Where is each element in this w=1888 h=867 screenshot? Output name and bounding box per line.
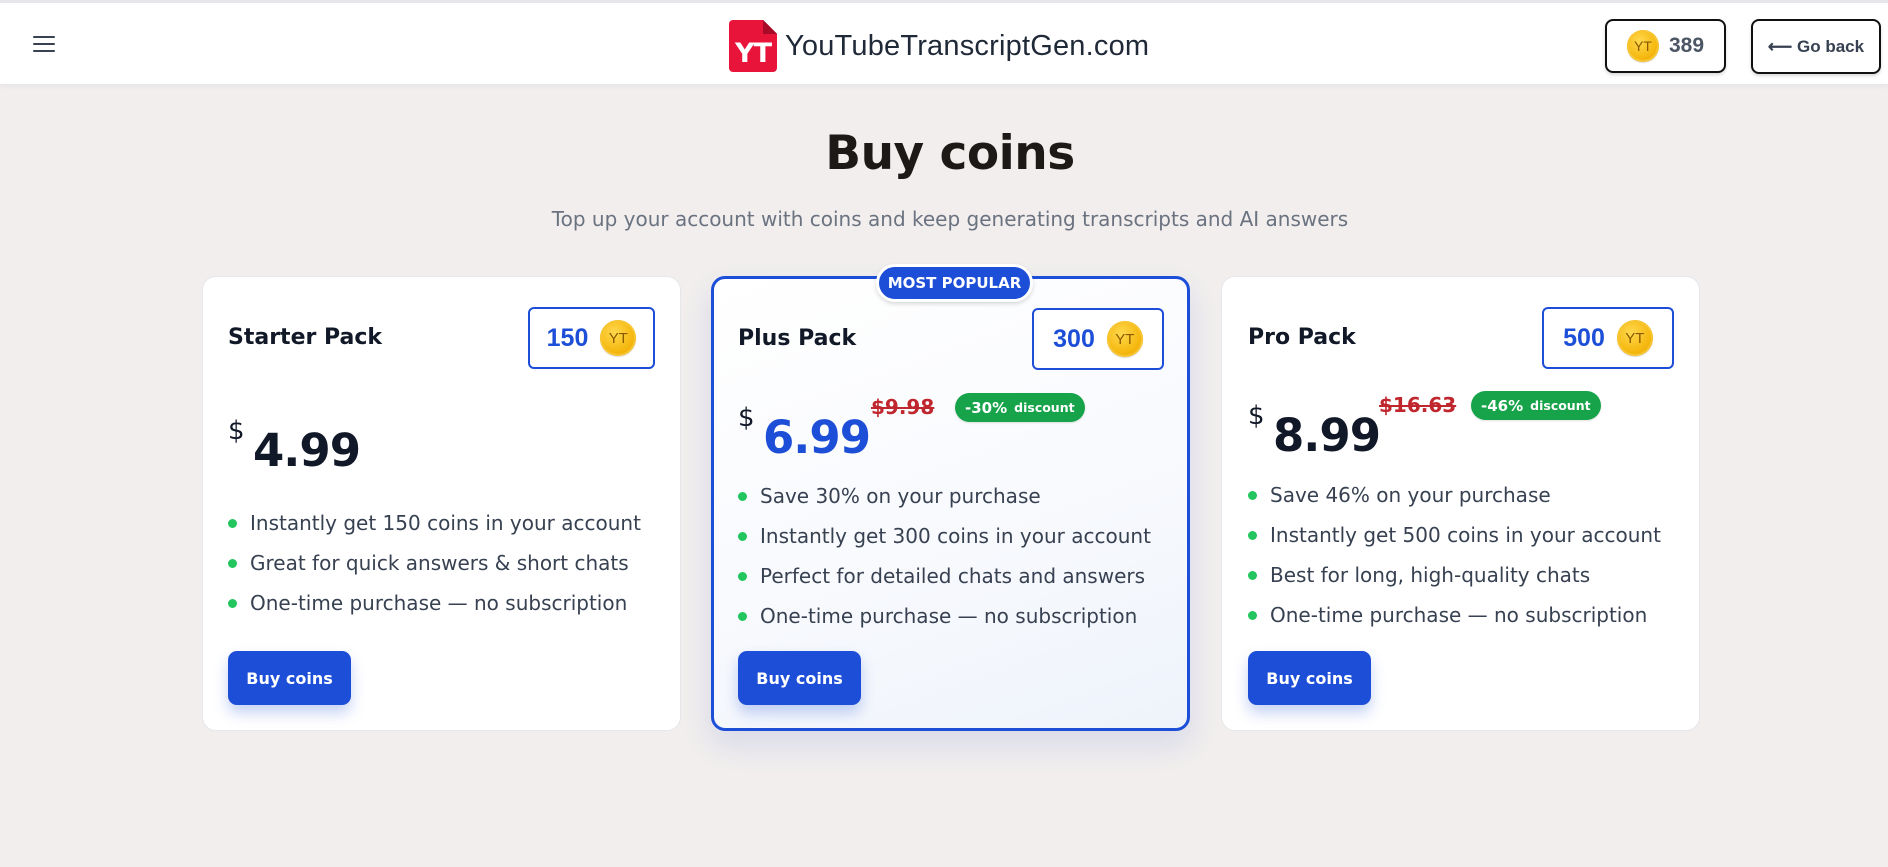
feature-list: Save 30% on your purchase Instantly get … (738, 476, 1151, 636)
feature-text: One-time purchase — no subscription (250, 591, 628, 615)
discount-percent: -46% (1481, 396, 1524, 415)
brand-name: YouTubeTranscriptGen.com (785, 29, 1150, 62)
menu-bar (33, 50, 55, 52)
check-dot-icon (1248, 610, 1257, 620)
feature-list: Instantly get 150 coins in your account … (228, 503, 641, 623)
buy-coins-button[interactable]: Buy coins (1248, 651, 1371, 705)
feature-item: Instantly get 300 coins in your account (738, 516, 1151, 556)
check-dot-icon (1248, 530, 1257, 540)
feature-item: Great for quick answers & short chats (228, 543, 641, 583)
feature-item: One-time purchase — no subscription (738, 596, 1151, 636)
feature-item: Save 46% on your purchase (1248, 475, 1661, 515)
brand-link[interactable]: YT YouTubeTranscriptGen.com (729, 19, 1149, 73)
feature-text: Best for long, high-quality chats (1270, 563, 1591, 587)
coin-amount-pill: 500 YT (1542, 307, 1674, 369)
coin-icon: YT (1626, 30, 1659, 62)
plan-name: Pro Pack (1248, 325, 1356, 350)
brand-logo-text: YT (735, 38, 772, 69)
check-dot-icon (738, 571, 747, 581)
coin-amount: 300 (1053, 324, 1095, 353)
discount-percent: -30% (965, 398, 1008, 417)
top-navbar: YT YouTubeTranscriptGen.com YT 389 ⟵ Go … (0, 0, 1888, 85)
original-price: $9.98 (871, 395, 935, 419)
check-dot-icon (228, 598, 237, 608)
currency-symbol: $ (738, 403, 755, 433)
coin-amount: 150 (546, 323, 589, 352)
check-dot-icon (738, 531, 747, 541)
feature-item: Instantly get 500 coins in your account (1248, 515, 1661, 555)
check-dot-icon (738, 491, 747, 501)
plan-name: Plus Pack (738, 326, 857, 351)
check-dot-icon (1248, 570, 1257, 580)
feature-text: One-time purchase — no subscription (760, 604, 1138, 628)
feature-text: Great for quick answers & short chats (250, 551, 629, 575)
feature-item: One-time purchase — no subscription (1248, 595, 1661, 635)
discount-label: discount (1014, 400, 1075, 415)
check-dot-icon (228, 558, 237, 568)
discount-badge: -46% discount (1471, 391, 1601, 420)
brand-logo-icon: YT (729, 20, 777, 72)
buy-coins-button[interactable]: Buy coins (738, 651, 861, 705)
coin-amount-pill: 300 YT (1032, 308, 1164, 370)
check-dot-icon (1248, 490, 1257, 500)
most-popular-badge: MOST POPULAR (876, 264, 1033, 302)
feature-list: Save 46% on your purchase Instantly get … (1248, 475, 1661, 635)
coin-balance-button[interactable]: YT 389 (1605, 19, 1726, 73)
feature-text: Instantly get 300 coins in your account (760, 524, 1151, 548)
feature-text: Instantly get 150 coins in your account (250, 511, 641, 535)
price-amount: 4.99 (253, 424, 361, 477)
feature-text: One-time purchase — no subscription (1270, 603, 1648, 627)
feature-item: Instantly get 150 coins in your account (228, 503, 641, 543)
plan-card-pro: Pro Pack 500 YT $ 8.99 $16.63 -46% disco… (1221, 276, 1700, 731)
currency-symbol: $ (228, 416, 245, 446)
page-title: Buy coins (825, 126, 1075, 181)
go-back-label: ⟵ Go back (1767, 36, 1865, 56)
plan-card-plus: MOST POPULAR Plus Pack 300 YT $ 6.99 $9.… (711, 264, 1190, 731)
currency-symbol: $ (1248, 401, 1265, 431)
check-dot-icon (738, 611, 747, 621)
feature-item: One-time purchase — no subscription (228, 583, 641, 623)
feature-text: Save 46% on your purchase (1270, 483, 1551, 507)
plan-card-starter: Starter Pack 150 YT $ 4.99 Instantly get… (202, 276, 681, 731)
go-back-button[interactable]: ⟵ Go back (1751, 19, 1881, 74)
hamburger-menu-icon[interactable] (30, 32, 60, 56)
coin-balance-value: 389 (1668, 34, 1705, 57)
price-amount: 6.99 (763, 411, 871, 464)
feature-item: Best for long, high-quality chats (1248, 555, 1661, 595)
coin-icon: YT (1616, 320, 1653, 356)
page-subtitle: Top up your account with coins and keep … (551, 207, 1349, 231)
plan-name: Starter Pack (228, 325, 383, 350)
menu-bar (33, 43, 55, 45)
coin-amount-pill: 150 YT (528, 307, 655, 369)
original-price: $16.63 (1379, 393, 1457, 417)
feature-item: Perfect for detailed chats and answers (738, 556, 1151, 596)
buy-coins-button[interactable]: Buy coins (228, 651, 351, 705)
menu-bar (33, 36, 55, 38)
price-amount: 8.99 (1273, 409, 1381, 462)
coin-amount: 500 (1563, 323, 1605, 352)
discount-label: discount (1530, 398, 1591, 413)
feature-text: Instantly get 500 coins in your account (1270, 523, 1661, 547)
feature-text: Perfect for detailed chats and answers (760, 564, 1146, 588)
check-dot-icon (228, 518, 237, 528)
feature-text: Save 30% on your purchase (760, 484, 1041, 508)
coin-icon: YT (1106, 321, 1143, 357)
discount-badge: -30% discount (955, 393, 1085, 422)
feature-item: Save 30% on your purchase (738, 476, 1151, 516)
coin-icon: YT (600, 320, 637, 356)
